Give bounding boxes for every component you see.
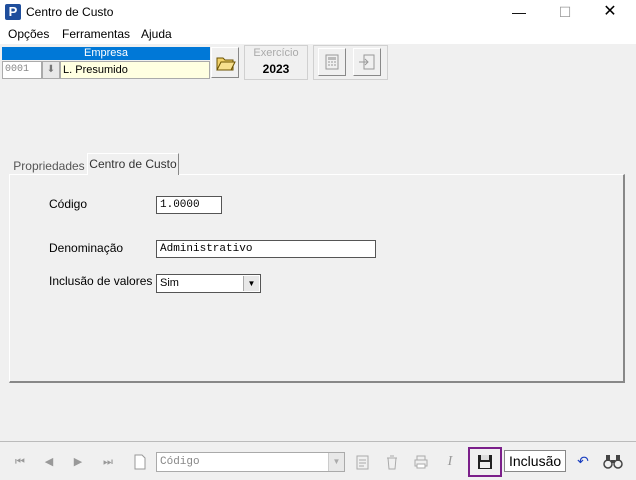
window-title: Centro de Custo (26, 5, 114, 19)
tab-propriedades[interactable]: Propriedades (12, 157, 86, 175)
search-field-select[interactable]: Código (156, 452, 345, 472)
first-record-icon: ⏮ (15, 456, 25, 468)
menu-ferramentas[interactable]: Ferramentas (62, 27, 130, 41)
denominacao-label: Denominação (49, 241, 124, 255)
mode-status: Inclusão (504, 450, 566, 472)
nav-prev-button[interactable]: ◀ (35, 450, 63, 474)
italic-button[interactable]: I (436, 450, 464, 474)
close-button[interactable]: ✕ (587, 0, 633, 24)
delete-button[interactable] (378, 450, 406, 474)
last-record-icon: ⏭ (103, 456, 113, 468)
printer-icon (414, 455, 428, 469)
empresa-name-field: L. Presumido (60, 61, 210, 79)
print-button[interactable] (407, 450, 435, 474)
denominacao-input[interactable]: Administrativo (156, 240, 376, 258)
tab-centro-de-custo[interactable]: Centro de Custo (87, 153, 179, 175)
open-folder-icon (216, 57, 236, 71)
empresa-code-field[interactable]: 0001 (2, 61, 42, 79)
calculator-icon (325, 54, 339, 70)
floppy-disk-icon (478, 455, 492, 469)
maximize-button[interactable]: ☐ (542, 0, 588, 24)
inclusao-label: Inclusão de valores ? (49, 274, 163, 288)
app-logo-icon: P (5, 4, 21, 20)
chevron-down-icon[interactable]: ▼ (328, 453, 344, 471)
binoculars-icon (603, 455, 623, 469)
next-record-icon: ▶ (73, 456, 83, 468)
nav-next-button[interactable]: ▶ (64, 450, 92, 474)
menu-opcoes[interactable]: Opções (8, 27, 49, 41)
save-button[interactable] (468, 447, 502, 477)
import-button[interactable] (353, 48, 381, 76)
nav-last-button[interactable]: ⏭ (94, 450, 122, 474)
exercicio-year: 2023 (262, 62, 290, 76)
undo-button[interactable]: ↶ (570, 450, 596, 472)
new-document-icon (134, 454, 146, 470)
exercicio-label: Exercício (253, 47, 299, 59)
download-arrow-icon: ⬇ (46, 64, 56, 75)
trash-icon (387, 455, 397, 470)
open-folder-button[interactable] (211, 47, 239, 78)
import-icon (359, 54, 375, 70)
prev-record-icon: ◀ (44, 456, 54, 468)
edit-button[interactable] (349, 450, 377, 474)
codigo-label: Código (49, 197, 88, 211)
edit-record-icon (356, 455, 369, 470)
chevron-down-icon[interactable]: ▼ (243, 276, 259, 291)
empresa-lookup-button[interactable]: ⬇ (42, 61, 60, 79)
calculator-button[interactable] (318, 48, 346, 76)
menu-ajuda[interactable]: Ajuda (141, 27, 172, 41)
find-button[interactable] (600, 450, 626, 472)
bottom-separator (0, 441, 636, 442)
nav-first-button[interactable]: ⏮ (6, 450, 34, 474)
undo-icon: ↶ (577, 453, 589, 469)
new-document-button[interactable] (126, 450, 154, 474)
minimize-button[interactable]: — (496, 0, 542, 24)
empresa-label: Empresa (2, 47, 210, 60)
codigo-input[interactable]: 1.0000 (156, 196, 222, 214)
